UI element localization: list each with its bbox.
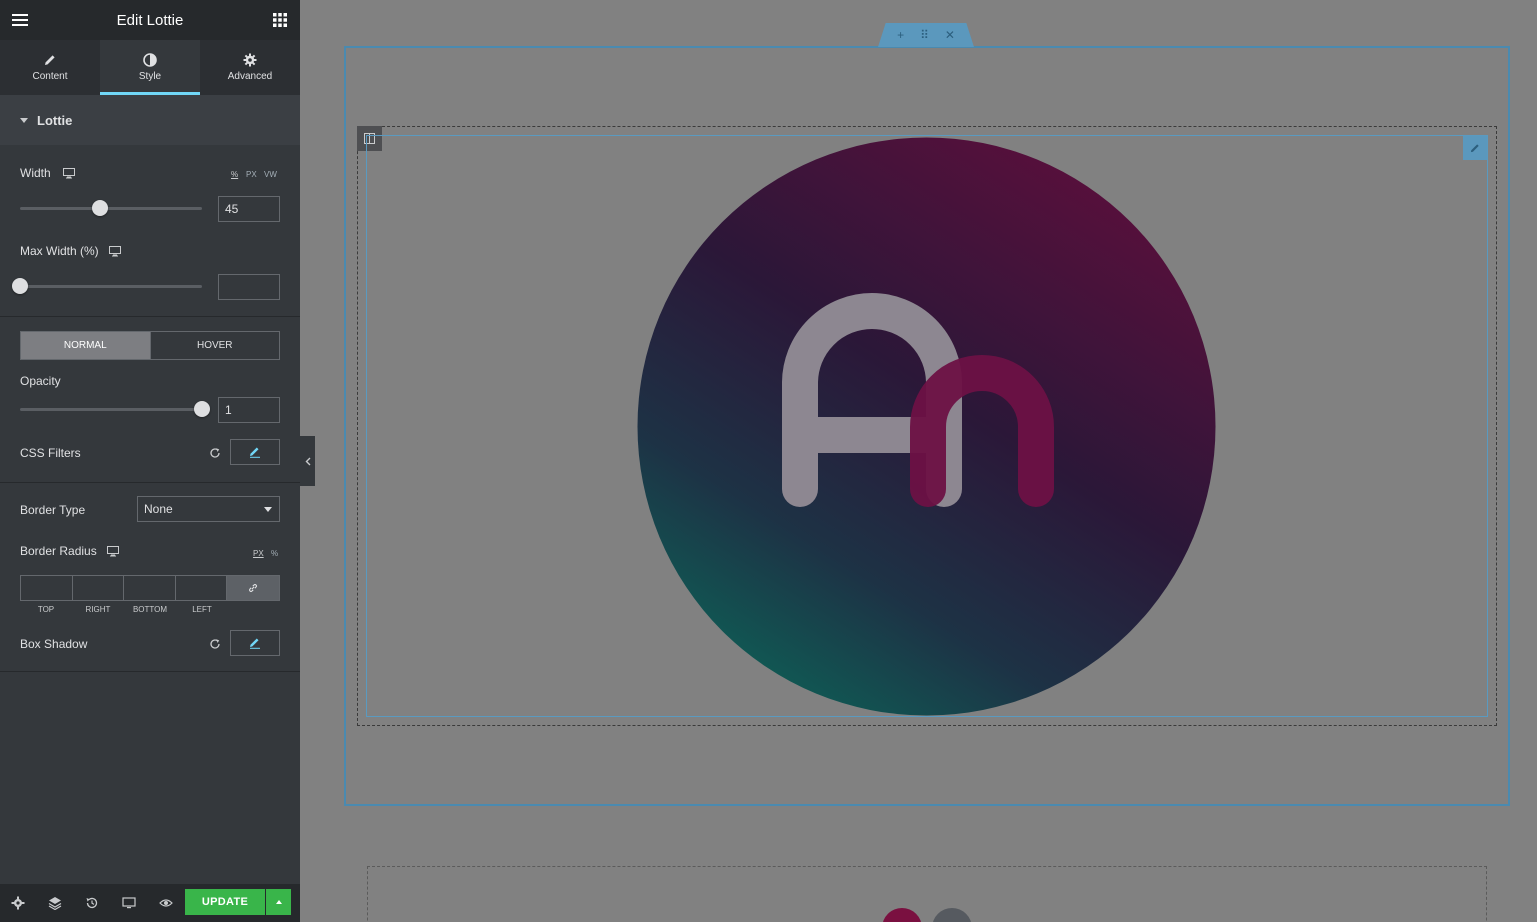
- radius-top-input[interactable]: [21, 576, 73, 600]
- delete-section-icon[interactable]: ✕: [945, 28, 955, 42]
- opacity-input[interactable]: 1: [218, 397, 280, 423]
- divider: [0, 482, 300, 483]
- width-slider-handle[interactable]: [92, 200, 108, 216]
- panel-title: Edit Lottie: [116, 11, 184, 29]
- border-radius-inputs: [20, 575, 280, 601]
- lottie-animation-logo[interactable]: [637, 137, 1216, 716]
- reset-icon[interactable]: [209, 638, 221, 650]
- css-filters-edit-button[interactable]: [230, 439, 280, 465]
- history-icon[interactable]: [85, 896, 99, 910]
- pencil-icon: [1470, 143, 1479, 152]
- max-width-input[interactable]: [218, 274, 280, 300]
- desktop-responsive-icon[interactable]: [109, 246, 121, 257]
- width-unit-percent[interactable]: %: [231, 170, 238, 179]
- border-type-value: None: [144, 502, 173, 516]
- border-radius-label: Border Radius: [20, 544, 97, 558]
- opacity-slider-track[interactable]: [20, 408, 202, 411]
- desktop-responsive-icon[interactable]: [63, 168, 75, 179]
- tab-style-label: Style: [138, 71, 162, 82]
- tab-advanced-label: Advanced: [227, 71, 273, 82]
- radius-bottom-label: BOTTOM: [132, 605, 168, 614]
- settings-icon[interactable]: [11, 896, 25, 910]
- state-normal-button[interactable]: NORMAL: [21, 332, 150, 359]
- radius-right-input[interactable]: [73, 576, 124, 600]
- width-label: Width: [20, 166, 51, 180]
- radius-unit-px[interactable]: PX: [253, 549, 264, 558]
- link-icon: [249, 584, 257, 592]
- update-button[interactable]: UPDATE: [185, 889, 265, 915]
- pencil-icon: [250, 447, 260, 458]
- panel-header: Edit Lottie: [0, 0, 300, 40]
- editor-panel: Edit Lottie Content Style Advanced Lotti…: [0, 0, 300, 922]
- chevron-left-icon: [305, 457, 310, 465]
- hamburger-menu-icon[interactable]: [12, 12, 28, 28]
- gear-icon: [243, 53, 257, 67]
- pencil-icon: [45, 55, 55, 65]
- panel-collapse-handle[interactable]: [300, 436, 315, 486]
- desktop-responsive-icon[interactable]: [107, 546, 119, 557]
- layers-icon[interactable]: [48, 896, 62, 910]
- caret-down-icon: [20, 117, 28, 123]
- add-new-section-area[interactable]: [367, 866, 1487, 922]
- box-shadow-edit-button[interactable]: [230, 630, 280, 656]
- radius-left-label: LEFT: [192, 605, 212, 614]
- tab-advanced[interactable]: Advanced: [200, 40, 300, 95]
- tab-content[interactable]: Content: [0, 40, 100, 95]
- edit-widget-button[interactable]: [1463, 136, 1487, 160]
- radius-top-label: TOP: [37, 605, 55, 614]
- pencil-icon: [250, 638, 260, 649]
- tab-style[interactable]: Style: [100, 40, 200, 95]
- section-title: Lottie: [37, 112, 73, 128]
- max-width-label: Max Width (%): [20, 244, 99, 258]
- add-section-icon[interactable]: +: [897, 28, 904, 42]
- drag-handle-icon[interactable]: ⠿: [920, 28, 929, 42]
- width-unit-vw[interactable]: VW: [264, 170, 277, 179]
- link-values-button[interactable]: [227, 576, 279, 600]
- section-handle: + ⠿ ✕: [878, 23, 974, 47]
- state-hover-button[interactable]: HOVER: [149, 332, 280, 359]
- contrast-icon: [143, 53, 157, 67]
- panel-tabs: Content Style Advanced: [0, 40, 300, 95]
- width-unit-px[interactable]: PX: [246, 170, 257, 179]
- reset-icon[interactable]: [209, 447, 221, 459]
- radius-bottom-input[interactable]: [124, 576, 176, 600]
- panel-empty-area: [0, 672, 300, 884]
- width-slider-track[interactable]: [20, 207, 202, 210]
- max-width-slider-handle[interactable]: [12, 278, 28, 294]
- caret-up-icon: [275, 900, 282, 904]
- responsive-mode-icon[interactable]: [122, 896, 136, 910]
- divider: [0, 316, 300, 317]
- box-shadow-label: Box Shadow: [20, 637, 88, 651]
- radius-unit-percent[interactable]: %: [271, 549, 278, 558]
- update-options-button[interactable]: [266, 889, 291, 915]
- opacity-label: Opacity: [20, 374, 61, 388]
- tab-content-label: Content: [32, 71, 68, 82]
- border-type-select[interactable]: None: [137, 496, 280, 522]
- radius-left-input[interactable]: [176, 576, 227, 600]
- preview-eye-icon[interactable]: [159, 896, 173, 910]
- css-filters-label: CSS Filters: [20, 446, 81, 460]
- opacity-slider-handle[interactable]: [194, 401, 210, 417]
- radius-right-label: RIGHT: [85, 605, 111, 614]
- state-toggle: NORMAL HOVER: [20, 331, 280, 360]
- chevron-down-icon: [264, 507, 272, 512]
- widgets-grid-icon[interactable]: [272, 12, 288, 28]
- section-toggle-lottie[interactable]: Lottie: [0, 95, 300, 145]
- border-type-label: Border Type: [20, 503, 86, 517]
- max-width-slider-track[interactable]: [20, 285, 202, 288]
- width-input[interactable]: 45: [218, 196, 280, 222]
